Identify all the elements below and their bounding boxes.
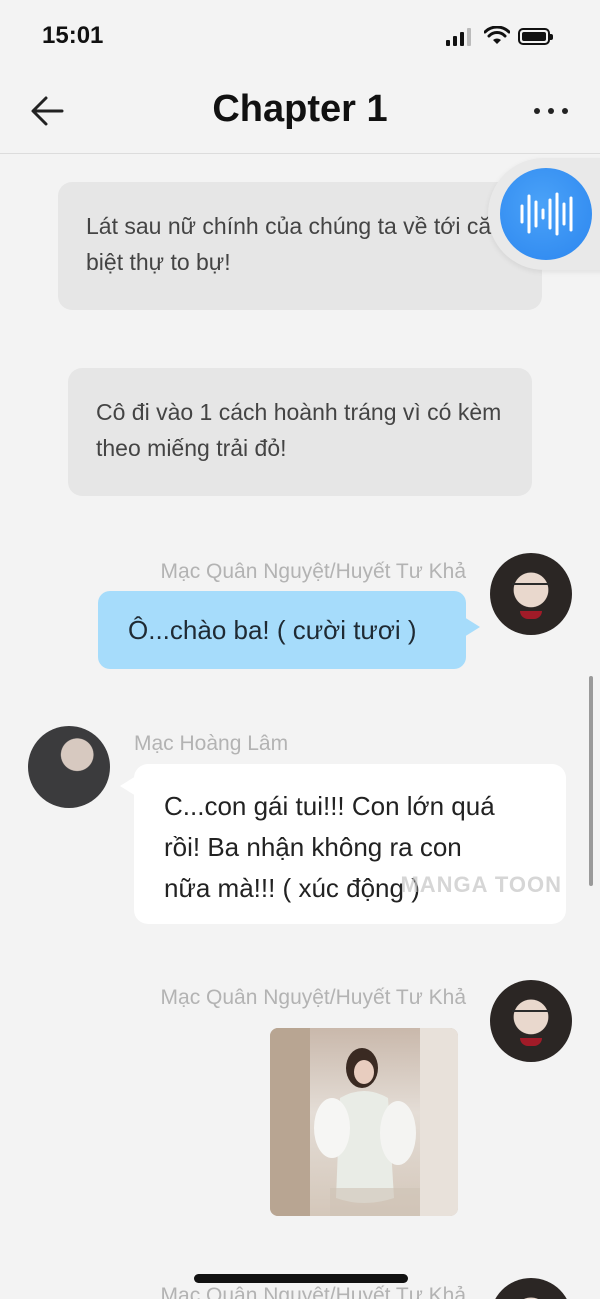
avatar[interactable]: [490, 553, 572, 635]
message-image[interactable]: [270, 1028, 458, 1216]
nav-bar: Chapter 1: [0, 72, 600, 154]
narration-text: Lát sau nữ chính của chúng ta về tới căn…: [86, 213, 504, 275]
speaker-name: Mạc Quân Nguyệt/Huyết Tư Khả: [160, 560, 466, 583]
avatar[interactable]: [490, 980, 572, 1062]
avatar[interactable]: [28, 726, 110, 808]
status-time: 15:01: [42, 22, 104, 49]
signal-icon: [446, 28, 472, 46]
scrollbar[interactable]: [589, 676, 593, 886]
message-bubble: C...con gái tui!!! Con lớn quá rồi! Ba n…: [120, 764, 566, 924]
photo-illustration: [270, 1028, 458, 1216]
message-text: Ô...chào ba! ( cười tươi ): [128, 615, 417, 645]
narration-block: Lát sau nữ chính của chúng ta về tới căn…: [58, 182, 542, 310]
more-horizontal-icon[interactable]: [534, 108, 570, 116]
narration-block: Cô đi vào 1 cách hoành tráng vì có kèm t…: [68, 368, 532, 496]
message-bubble: Ô...chào ba! ( cười tươi ): [98, 591, 480, 669]
audio-waveform-icon: [520, 192, 573, 236]
message-text-line: rồi! Ba nhận không ra con: [164, 832, 462, 862]
page-title: Chapter 1: [212, 88, 388, 130]
speaker-name: Mạc Hoàng Lâm: [134, 732, 289, 755]
narration-text: Cô đi vào 1 cách hoành tráng vì có kèm t…: [96, 399, 502, 461]
speaker-name: Mạc Quân Nguyệt/Huyết Tư Khả: [160, 986, 466, 1009]
battery-icon: [518, 28, 553, 45]
home-indicator[interactable]: [194, 1274, 408, 1283]
message-text-line: C...con gái tui!!! Con lớn quá: [164, 791, 495, 821]
speaker-name: Mạc Quân Nguyệt/Huyết Tư Khả: [160, 1284, 466, 1299]
watermark-logo: MANGA TOON: [400, 872, 562, 897]
audio-play-button[interactable]: [500, 168, 592, 260]
wifi-icon: [484, 26, 510, 44]
avatar[interactable]: [490, 1278, 572, 1299]
status-bar: 15:01: [0, 0, 600, 72]
audio-fab-container: [488, 158, 600, 270]
